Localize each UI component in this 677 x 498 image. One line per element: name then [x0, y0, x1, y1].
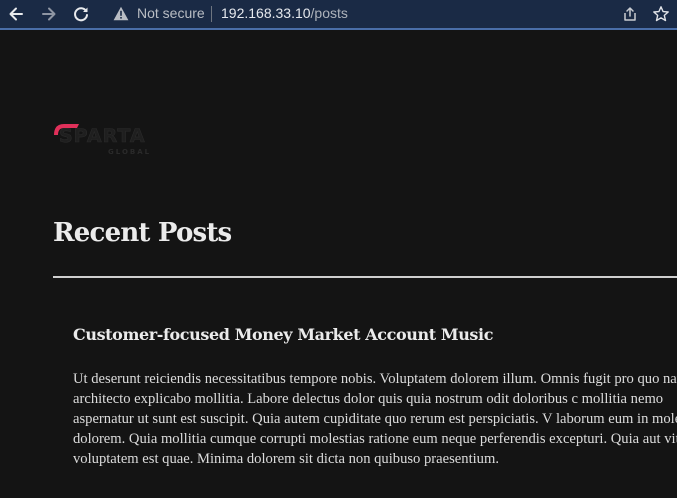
page-content: SPARTA GLOBAL Recent Posts Customer-focu… — [0, 30, 677, 498]
reload-icon — [74, 7, 88, 22]
site-logo[interactable]: SPARTA GLOBAL — [52, 121, 162, 159]
logo-subtext: GLOBAL — [108, 148, 152, 156]
url-host: 192.168.33.10 — [221, 5, 311, 21]
warning-triangle-icon[interactable] — [113, 6, 129, 21]
arrow-left-icon — [9, 7, 23, 21]
address-bar[interactable]: Not secure 192.168.33.10/posts — [102, 0, 677, 28]
reload-button[interactable] — [70, 3, 92, 25]
share-icon[interactable] — [621, 5, 639, 23]
star-icon[interactable] — [652, 5, 670, 23]
page-title: Recent Posts — [53, 218, 232, 248]
arrow-right-icon — [42, 7, 56, 21]
title-divider — [53, 276, 677, 278]
forward-button[interactable] — [38, 3, 60, 25]
security-status-label[interactable]: Not secure — [137, 5, 205, 21]
browser-toolbar: Not secure 192.168.33.10/posts — [0, 0, 677, 30]
post-title[interactable]: Customer-focused Money Market Account Mu… — [73, 325, 677, 344]
back-button[interactable] — [5, 3, 27, 25]
post-body: Ut deserunt reiciendis necessitatibus te… — [73, 371, 677, 467]
browser-window: Not secure 192.168.33.10/posts SPARTA GL… — [0, 0, 677, 498]
logo-wordmark: SPARTA — [59, 125, 146, 148]
url-text[interactable]: 192.168.33.10/posts — [221, 5, 348, 21]
post-item: Customer-focused Money Market Account Mu… — [73, 325, 677, 467]
omnibox-divider — [211, 6, 212, 22]
url-path: /posts — [310, 5, 348, 21]
